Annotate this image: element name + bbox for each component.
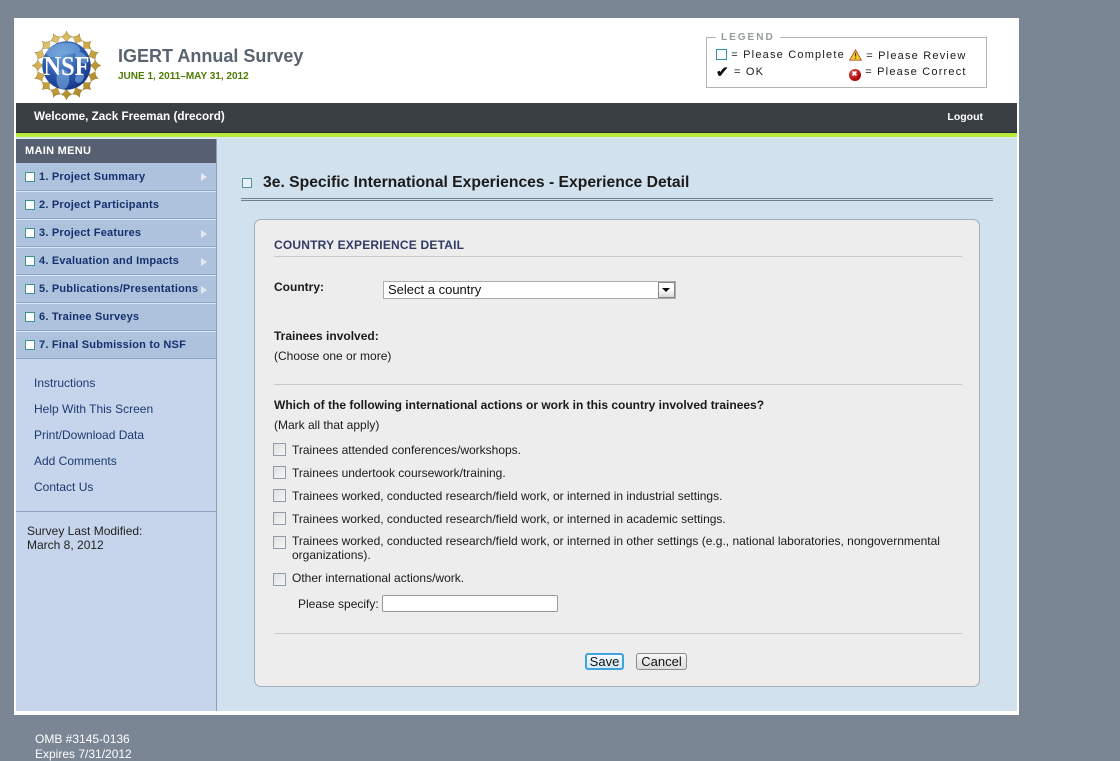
svg-text:NSF: NSF (44, 51, 90, 81)
